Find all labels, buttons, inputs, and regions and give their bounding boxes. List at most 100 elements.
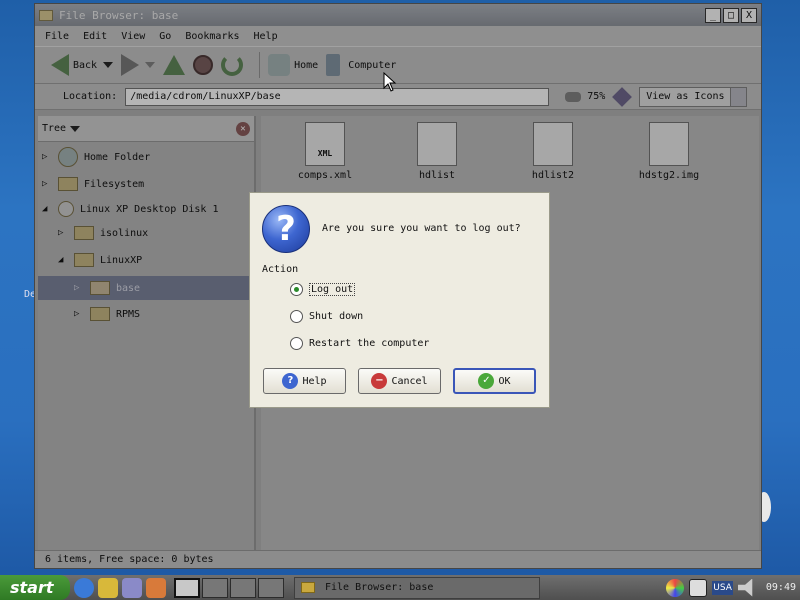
file-name: comps.xml — [297, 170, 353, 181]
cancel-button[interactable]: − Cancel — [358, 368, 441, 394]
browser-launcher-icon[interactable] — [74, 577, 94, 598]
menu-edit[interactable]: Edit — [83, 31, 107, 42]
open-folder-icon — [74, 253, 94, 267]
option-label: Log out — [309, 283, 356, 296]
menu-go[interactable]: Go — [159, 31, 171, 42]
expander-icon[interactable]: ▷ — [74, 283, 82, 293]
task-label: File Browser: base — [325, 582, 434, 593]
keyboard-layout-indicator[interactable]: USA — [712, 580, 733, 595]
up-button[interactable] — [163, 55, 186, 75]
media-launcher-icon[interactable] — [122, 577, 142, 598]
menu-bookmarks[interactable]: Bookmarks — [185, 31, 239, 42]
radio-selected[interactable] — [290, 283, 303, 296]
location-bar: Location: /media/cdrom/LinuxXP/base 75% … — [35, 84, 761, 110]
home-icon — [268, 54, 291, 76]
taskbar-window-file-browser[interactable]: File Browser: base — [294, 576, 540, 599]
forward-button[interactable] — [121, 54, 156, 76]
workspace-3[interactable] — [230, 577, 256, 598]
tree-item-label: isolinux — [100, 227, 149, 239]
menu-view[interactable]: View — [121, 31, 145, 42]
expander-icon[interactable]: ▷ — [74, 309, 82, 319]
file-item[interactable]: hdlist2 — [513, 122, 593, 181]
option-shut-down[interactable]: Shut down — [290, 310, 363, 323]
reload-button[interactable] — [221, 54, 244, 76]
tree-item-isolinux[interactable]: ▷ isolinux — [38, 221, 254, 245]
expander-icon[interactable]: ▷ — [58, 228, 66, 238]
maximize-button[interactable]: □ — [723, 7, 739, 23]
volume-icon[interactable] — [737, 578, 753, 597]
stop-button[interactable] — [193, 55, 214, 75]
computer-label: Computer — [348, 59, 397, 71]
tree-item-linux-xp-disk[interactable]: ◢ Linux XP Desktop Disk 1 — [38, 197, 254, 221]
home-label: Home — [294, 59, 319, 71]
tree-header[interactable]: Tree ✕ — [38, 116, 254, 142]
file-item[interactable]: hdlist — [397, 122, 477, 181]
checkmark-icon: ✓ — [478, 373, 495, 389]
cancel-icon: − — [371, 373, 388, 389]
back-history-dropdown-icon[interactable] — [103, 62, 114, 68]
question-icon: ? — [262, 205, 310, 253]
tree-item-label: Filesystem — [84, 178, 145, 190]
ok-button[interactable]: ✓ OK — [453, 368, 536, 394]
expander-icon[interactable]: ◢ — [42, 204, 50, 214]
tree-item-label: Home Folder — [84, 151, 151, 163]
option-restart[interactable]: Restart the computer — [290, 337, 429, 350]
update-icon[interactable] — [666, 578, 685, 597]
workspace-4[interactable] — [258, 577, 284, 598]
file-name: hdstg2.img — [638, 170, 700, 181]
help-button[interactable]: ? Help — [263, 368, 346, 394]
file-item[interactable]: XML comps.xml — [285, 122, 365, 181]
tree-item-base[interactable]: ▷ base — [38, 276, 254, 300]
back-button[interactable]: Back — [51, 54, 114, 76]
help-label: Help — [302, 375, 327, 387]
tree-item-label: LinuxXP — [100, 254, 143, 266]
tree-item-linuxxp[interactable]: ◢ LinuxXP — [38, 248, 254, 272]
radio[interactable] — [290, 337, 303, 350]
zoom-level[interactable]: 75% — [587, 91, 605, 102]
tree-item-home-folder[interactable]: ▷ Home Folder — [38, 145, 254, 169]
chevron-down-icon — [730, 87, 747, 106]
menu-help[interactable]: Help — [254, 31, 278, 42]
zoom-out-icon[interactable] — [565, 91, 582, 102]
mouse-cursor-icon — [383, 72, 397, 92]
view-as-select[interactable]: View as Icons — [639, 86, 748, 107]
file-name: hdlist2 — [531, 170, 575, 181]
tree-item-filesystem[interactable]: ▷ Filesystem — [38, 172, 254, 196]
toolbar: Back Home Computer — [35, 46, 761, 84]
network-monitor-icon[interactable] — [689, 578, 708, 597]
zoom-in-icon[interactable] — [612, 86, 633, 107]
system-tray: USA 09:49 — [661, 575, 800, 600]
expander-icon[interactable]: ◢ — [58, 255, 66, 265]
clock[interactable]: 09:49 — [766, 582, 796, 593]
workspace-2[interactable] — [202, 577, 228, 598]
location-input[interactable]: /media/cdrom/LinuxXP/base — [125, 87, 550, 106]
option-label: Shut down — [309, 311, 364, 322]
title-bar[interactable]: File Browser: base _ □ X — [35, 4, 761, 26]
app-launcher-icon[interactable] — [146, 577, 166, 598]
file-item[interactable]: hdstg2.img — [629, 122, 709, 181]
up-arrow-icon — [163, 55, 186, 75]
toolbar-separator — [259, 52, 261, 78]
expander-icon[interactable]: ▷ — [42, 152, 50, 162]
tree-item-rpms[interactable]: ▷ RPMS — [38, 302, 254, 326]
minimize-button[interactable]: _ — [705, 7, 721, 23]
files-launcher-icon[interactable] — [98, 577, 118, 598]
home-button[interactable]: Home — [268, 54, 318, 76]
file-icon — [417, 122, 457, 166]
window-title: File Browser: base — [59, 8, 179, 22]
view-as-value: View as Icons — [646, 91, 725, 102]
action-label: Action — [262, 264, 299, 275]
close-sidebar-icon[interactable]: ✕ — [236, 121, 250, 136]
expander-icon[interactable]: ▷ — [42, 179, 50, 189]
radio[interactable] — [290, 310, 303, 323]
menu-file[interactable]: File — [45, 31, 69, 42]
workspace-1[interactable] — [174, 577, 200, 598]
forward-history-dropdown-icon[interactable] — [145, 62, 156, 68]
option-log-out[interactable]: Log out — [290, 283, 356, 296]
start-button[interactable]: start — [0, 575, 70, 600]
taskbar: start File Browser: base USA 09:49 — [0, 575, 800, 600]
file-icon — [649, 122, 689, 166]
tree-header-label: Tree — [42, 123, 67, 134]
close-button[interactable]: X — [741, 7, 757, 23]
back-arrow-icon — [51, 54, 69, 76]
